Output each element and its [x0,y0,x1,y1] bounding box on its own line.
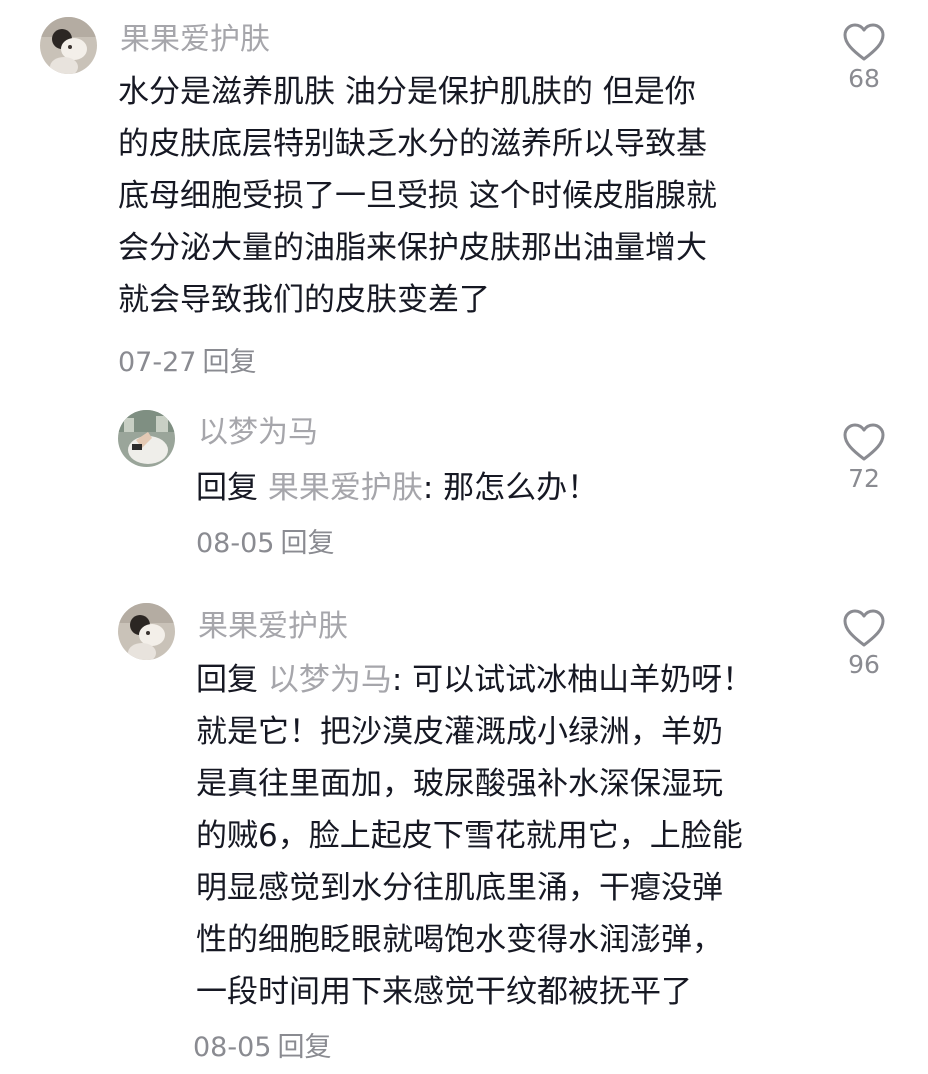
comment-username[interactable]: 果果爱护肤 [198,607,348,647]
comment-text: 回复 果果爱护肤: 那怎么办！ [196,462,598,514]
reply-button[interactable]: 回复 [202,347,256,378]
like-button[interactable]: 96 [834,608,894,680]
reply-target-username[interactable]: 果果爱护肤 [268,470,423,506]
like-count: 96 [848,650,880,679]
avatar[interactable] [40,17,97,74]
reply-content: : 可以试试冰柚山羊奶呀！ [391,662,754,698]
like-count: 68 [848,64,880,93]
comment-text-line: 的皮肤底层特别缺乏水分的滋养所以导致基 [118,126,707,162]
comment-text-line: 是真往里面加，玻尿酸强补水深保湿玩 [196,766,723,802]
comment-text-line: 水分是滋养肌肤 油分是保护肌肤的 但是你 [118,74,696,110]
reply-prefix: 回复 [196,662,258,698]
reply-prefix: 回复 [196,470,258,506]
comment-text-line: 的贼6，脸上起皮下雪花就用它，上脸能 [196,818,743,854]
reply-content: : 那怎么办！ [422,470,599,506]
reply-target-username[interactable]: 以梦为马 [268,662,392,698]
comment-date: 08-05 [196,528,275,559]
comment-text-line: 就是它！把沙漠皮灌溉成小绿洲，羊奶 [196,714,723,750]
comment-text-line: 就会导致我们的皮肤变差了 [118,282,490,318]
like-button[interactable]: 68 [834,22,894,94]
comment-meta: 07-27 回复 [118,345,256,381]
like-button[interactable]: 72 [834,422,894,494]
avatar[interactable] [118,603,175,660]
comment-username[interactable]: 果果爱护肤 [120,20,270,60]
comment-text-line: 回复 以梦为马: 可以试试冰柚山羊奶呀！ [196,654,753,706]
comment-date: 08-05 [193,1032,272,1063]
comment-date: 07-27 [118,347,197,378]
comment-text-line: 一段时间用下来感觉干纹都被抚平了 [196,974,692,1010]
comment-text-line: 回复 果果爱护肤: 那怎么办！ [196,462,598,514]
comment-meta: 08-05 回复 [193,1030,331,1066]
reply-button[interactable]: 回复 [277,1032,331,1063]
like-count: 72 [848,464,880,493]
heart-icon [843,609,885,647]
reply-button[interactable]: 回复 [280,528,334,559]
comment-username[interactable]: 以梦为马 [198,413,318,453]
comment-text-line: 底母细胞受损了一旦受损 这个时候皮脂腺就 [118,178,717,214]
heart-icon [843,23,885,61]
comment-meta: 08-05 回复 [196,526,334,562]
comment-text: 回复 以梦为马: 可以试试冰柚山羊奶呀！ 就是它！把沙漠皮灌溉成小绿洲，羊奶 是… [196,654,753,1018]
comment-text-line: 性的细胞眨眼就喝饱水变得水润澎弹， [196,922,723,958]
avatar[interactable] [118,410,175,467]
comment-text: 水分是滋养肌肤 油分是保护肌肤的 但是你 的皮肤底层特别缺乏水分的滋养所以导致基… [118,66,717,326]
comment-text-line: 明显感觉到水分往肌底里涌，干瘪没弹 [196,870,723,906]
comment-text-line: 会分泌大量的油脂来保护皮肤那出油量增大 [118,230,707,266]
heart-icon [843,423,885,461]
